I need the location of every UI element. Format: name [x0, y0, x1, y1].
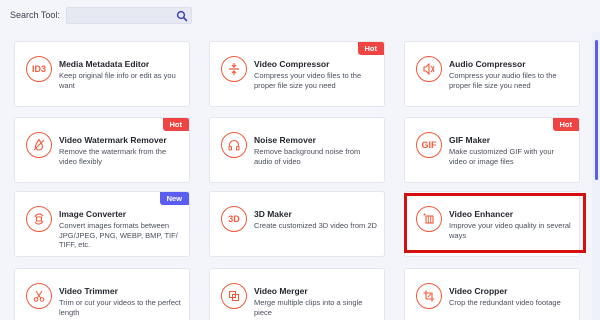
tool-description: Crop the redundant video footage: [449, 298, 561, 307]
audio-compress-icon: [416, 56, 442, 82]
search-label: Search Tool:: [10, 10, 60, 20]
tool-title: Video Trimmer: [59, 286, 118, 296]
tool-card-audio-compressor[interactable]: Audio Compressor Compress your audio fil…: [404, 41, 580, 107]
tool-title: Image Converter: [59, 209, 127, 219]
tool-title: Media Metadata Editor: [59, 59, 150, 69]
tool-description: Keep original file info or edit as you w…: [59, 71, 176, 90]
new-badge: New: [159, 192, 189, 205]
tool-card-video-merger[interactable]: Video Merger Merge multiple clips into a…: [209, 268, 385, 320]
gif-icon-text: GIF: [421, 140, 437, 150]
tool-title: Video Compressor: [254, 59, 330, 69]
id3-icon-text: ID3: [31, 64, 46, 74]
search-input[interactable]: [66, 10, 191, 25]
tool-title: Video Cropper: [449, 286, 508, 296]
search-bar: Search Tool:: [10, 6, 192, 25]
tool-description: Remove the watermark from the video flex…: [59, 147, 167, 166]
merge-icon: [221, 283, 247, 309]
compress-icon: [221, 56, 247, 82]
search-icon[interactable]: [176, 10, 188, 22]
tool-title: Video Watermark Remover: [59, 135, 167, 145]
tool-card-gif-maker[interactable]: GIF GIF Maker Make customized GIF with y…: [404, 117, 580, 183]
enhance-icon: [416, 206, 442, 232]
tool-title: GIF Maker: [449, 135, 491, 145]
tool-description: Merge multiple clips into a single piece: [254, 298, 363, 317]
tool-title: 3D Maker: [254, 209, 292, 219]
watermark-remove-icon: [26, 132, 52, 158]
tool-description: Compress your audio files to the proper …: [449, 71, 557, 90]
hot-badge: Hot: [162, 118, 189, 131]
tool-card-video-compressor[interactable]: Video Compressor Compress your video fil…: [209, 41, 385, 107]
tool-card-video-enhancer[interactable]: Video Enhancer Improve your video qualit…: [404, 191, 580, 257]
image-convert-icon: [26, 206, 52, 232]
3d-icon: 3D: [221, 206, 247, 232]
tool-card-video-watermark-remover[interactable]: Video Watermark Remover Remove the water…: [14, 117, 190, 183]
tool-description: Improve your video quality in several wa…: [449, 221, 571, 240]
tool-description: Create customized 3D video from 2D: [254, 221, 377, 230]
hot-badge: Hot: [357, 42, 384, 55]
tool-card-video-trimmer[interactable]: Video Trimmer Trim or cut your videos to…: [14, 268, 190, 320]
tool-title: Video Merger: [254, 286, 308, 296]
tool-title: Audio Compressor: [449, 59, 526, 69]
search-box[interactable]: [65, 6, 192, 25]
tool-description: Make customized GIF with your video or i…: [449, 147, 555, 166]
tool-card-media-metadata-editor[interactable]: ID3 Media Metadata Editor Keep original …: [14, 41, 190, 107]
3d-icon-text: 3D: [228, 214, 240, 224]
tool-card-video-cropper[interactable]: Video Cropper Crop the redundant video f…: [404, 268, 580, 320]
id3-icon: ID3: [26, 56, 52, 82]
scissors-icon: [26, 283, 52, 309]
tool-title: Noise Remover: [254, 135, 316, 145]
tool-card-3d-maker[interactable]: 3D 3D Maker Create customized 3D video f…: [209, 191, 385, 257]
headphones-icon: [221, 132, 247, 158]
tool-title: Video Enhancer: [449, 209, 514, 219]
tool-description: Convert images formats between JPG/JPEG,…: [59, 221, 178, 249]
tool-description: Compress your video files to the proper …: [254, 71, 362, 90]
hot-badge: Hot: [552, 118, 579, 131]
tool-description: Remove background noise from audio of vi…: [254, 147, 361, 166]
crop-icon: [416, 283, 442, 309]
tool-card-image-converter[interactable]: Image Converter Convert images formats b…: [14, 191, 190, 257]
scrollbar-thumb[interactable]: [595, 40, 598, 180]
gif-icon: GIF: [416, 132, 442, 158]
tool-card-noise-remover[interactable]: Noise Remover Remove background noise fr…: [209, 117, 385, 183]
tool-description: Trim or cut your videos to the perfect l…: [59, 298, 181, 317]
